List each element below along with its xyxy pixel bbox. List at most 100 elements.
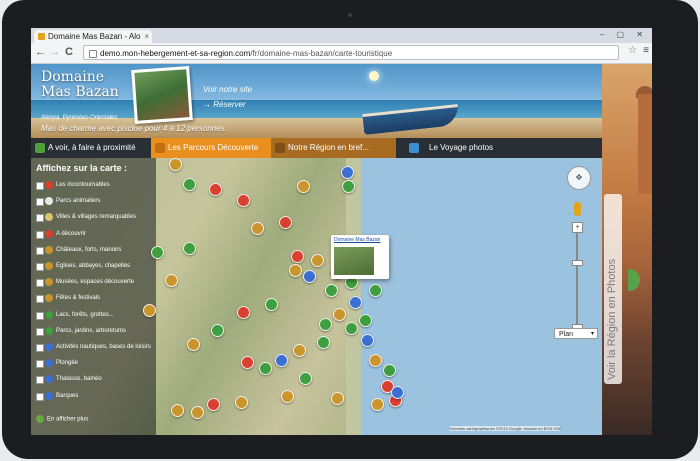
nav-photos[interactable]: Le Voyage photos xyxy=(403,138,513,158)
popup-title[interactable]: Domaine Mas Bazan xyxy=(334,237,380,243)
region-photos-label: Voir la Région en Photos xyxy=(606,258,618,380)
category-marker-icon xyxy=(45,294,53,303)
map-marker-icon[interactable] xyxy=(333,308,346,321)
legend-label: Activités nautiques, bases de loisirs xyxy=(56,344,151,350)
map-marker-icon[interactable] xyxy=(259,362,272,375)
map-marker-icon[interactable] xyxy=(325,284,338,297)
nav-discovery[interactable]: Les Parcours Découverte xyxy=(151,138,271,158)
nav-nearby[interactable]: A voir, à faire à proximité xyxy=(31,138,151,158)
forward-icon[interactable]: → xyxy=(49,46,60,59)
tourist-map[interactable]: Affichez sur la carte : En afficher plus… xyxy=(31,158,602,435)
url-host: demo.mon-hebergement-et-sa-region.com xyxy=(100,49,251,58)
map-marker-icon[interactable] xyxy=(183,242,196,255)
browser-tab[interactable]: Domaine Mas Bazan - Alo × xyxy=(34,30,152,43)
map-marker-icon[interactable] xyxy=(241,356,254,369)
map-marker-icon[interactable] xyxy=(391,386,404,399)
map-marker-icon[interactable] xyxy=(211,324,224,337)
map-marker-icon[interactable] xyxy=(297,180,310,193)
browser-menu-icon[interactable]: ≡ xyxy=(643,45,649,56)
map-popup[interactable]: Domaine Mas Bazan xyxy=(331,235,389,279)
checkbox[interactable] xyxy=(36,376,44,385)
back-icon[interactable]: ← xyxy=(35,46,46,59)
site-logo-line1[interactable]: Domaine xyxy=(41,70,104,85)
street-view-icon[interactable] xyxy=(574,202,581,216)
category-marker-icon xyxy=(45,391,53,400)
legend-label: Châteaux, forts, manoirs xyxy=(56,246,122,253)
map-marker-icon[interactable] xyxy=(291,250,304,263)
pan-control-icon[interactable]: ✥ xyxy=(567,166,591,190)
checkbox[interactable] xyxy=(36,311,44,320)
checkbox[interactable] xyxy=(36,360,44,369)
close-tab-icon[interactable]: × xyxy=(144,30,149,43)
checkbox[interactable] xyxy=(36,214,44,223)
map-marker-icon[interactable] xyxy=(319,318,332,331)
map-marker-icon[interactable] xyxy=(279,216,292,229)
map-marker-icon[interactable] xyxy=(341,166,354,179)
book-link[interactable]: → Réserver xyxy=(203,100,246,109)
zoom-slider[interactable] xyxy=(576,228,578,328)
visit-site-link[interactable]: Voir notre site xyxy=(203,85,252,94)
map-marker-icon[interactable] xyxy=(342,180,355,193)
zoom-in-button[interactable]: + xyxy=(572,222,583,233)
map-marker-icon[interactable] xyxy=(169,158,182,171)
map-marker-icon[interactable] xyxy=(187,338,200,351)
map-marker-icon[interactable] xyxy=(143,304,156,317)
map-marker-icon[interactable] xyxy=(369,354,382,367)
map-marker-icon[interactable] xyxy=(251,222,264,235)
map-marker-icon[interactable] xyxy=(359,314,372,327)
map-marker-icon[interactable] xyxy=(237,194,250,207)
map-marker-icon[interactable] xyxy=(311,254,324,267)
map-marker-icon[interactable] xyxy=(171,404,184,417)
checkbox[interactable] xyxy=(36,198,44,207)
checkbox[interactable] xyxy=(36,182,44,190)
main-nav: A voir, à faire à proximité Les Parcours… xyxy=(31,138,602,158)
checkbox[interactable] xyxy=(36,392,44,401)
site-logo-line2[interactable]: Mas Bazan xyxy=(41,85,119,100)
map-marker-icon[interactable] xyxy=(369,284,382,297)
checkbox[interactable] xyxy=(36,230,44,239)
map-marker-icon[interactable] xyxy=(275,354,288,367)
map-marker-icon[interactable] xyxy=(191,406,204,419)
address-bar[interactable]: demo.mon-hebergement-et-sa-region.com/fr… xyxy=(83,45,619,60)
map-marker-icon[interactable] xyxy=(237,306,250,319)
checkbox[interactable] xyxy=(36,327,44,336)
map-marker-icon[interactable] xyxy=(209,183,222,196)
map-marker-icon[interactable] xyxy=(235,396,248,409)
map-marker-icon[interactable] xyxy=(299,372,312,385)
window-controls[interactable]: – ▢ ✕ xyxy=(600,30,648,39)
checkbox[interactable] xyxy=(36,263,44,271)
map-marker-icon[interactable] xyxy=(331,392,344,405)
map-marker-icon[interactable] xyxy=(345,322,358,335)
checkbox[interactable] xyxy=(36,246,44,255)
map-legend: Affichez sur la carte : En afficher plus… xyxy=(31,158,156,435)
region-photos-tab[interactable]: Voir la Région en Photos xyxy=(604,194,622,384)
map-marker-icon[interactable] xyxy=(371,398,384,411)
nav-region[interactable]: Notre Région en bref... xyxy=(271,138,396,158)
map-marker-icon[interactable] xyxy=(349,296,362,309)
tab-title: Domaine Mas Bazan - Alo xyxy=(48,32,141,41)
map-marker-icon[interactable] xyxy=(265,298,278,311)
map-marker-icon[interactable] xyxy=(151,246,164,259)
map-marker-icon[interactable] xyxy=(293,344,306,357)
url-path: /fr/domaine-mas-bazan/carte-touristique xyxy=(250,49,393,58)
map-marker-icon[interactable] xyxy=(289,264,302,277)
map-marker-icon[interactable] xyxy=(281,390,294,403)
map-marker-icon[interactable] xyxy=(361,334,374,347)
show-more-link[interactable]: En afficher plus xyxy=(36,415,88,423)
map-marker-icon[interactable] xyxy=(207,398,220,411)
checkbox[interactable] xyxy=(36,344,44,352)
legend-label: A découvrir xyxy=(56,230,87,237)
map-marker-icon[interactable] xyxy=(383,364,396,377)
checkbox[interactable] xyxy=(36,279,44,288)
bookmark-star-icon[interactable]: ☆ xyxy=(628,45,637,56)
map-type-select[interactable]: Plan ▾ xyxy=(554,328,598,339)
zoom-handle[interactable] xyxy=(572,260,583,266)
legend-label: Thalasso, balnéo xyxy=(56,376,102,383)
map-marker-icon[interactable] xyxy=(165,274,178,287)
map-marker-icon[interactable] xyxy=(303,270,316,283)
checkbox[interactable] xyxy=(36,295,44,304)
map-marker-icon[interactable] xyxy=(183,178,196,191)
map-marker-icon[interactable] xyxy=(317,336,330,349)
category-marker-icon xyxy=(45,262,53,270)
reload-icon[interactable]: C xyxy=(65,46,73,59)
